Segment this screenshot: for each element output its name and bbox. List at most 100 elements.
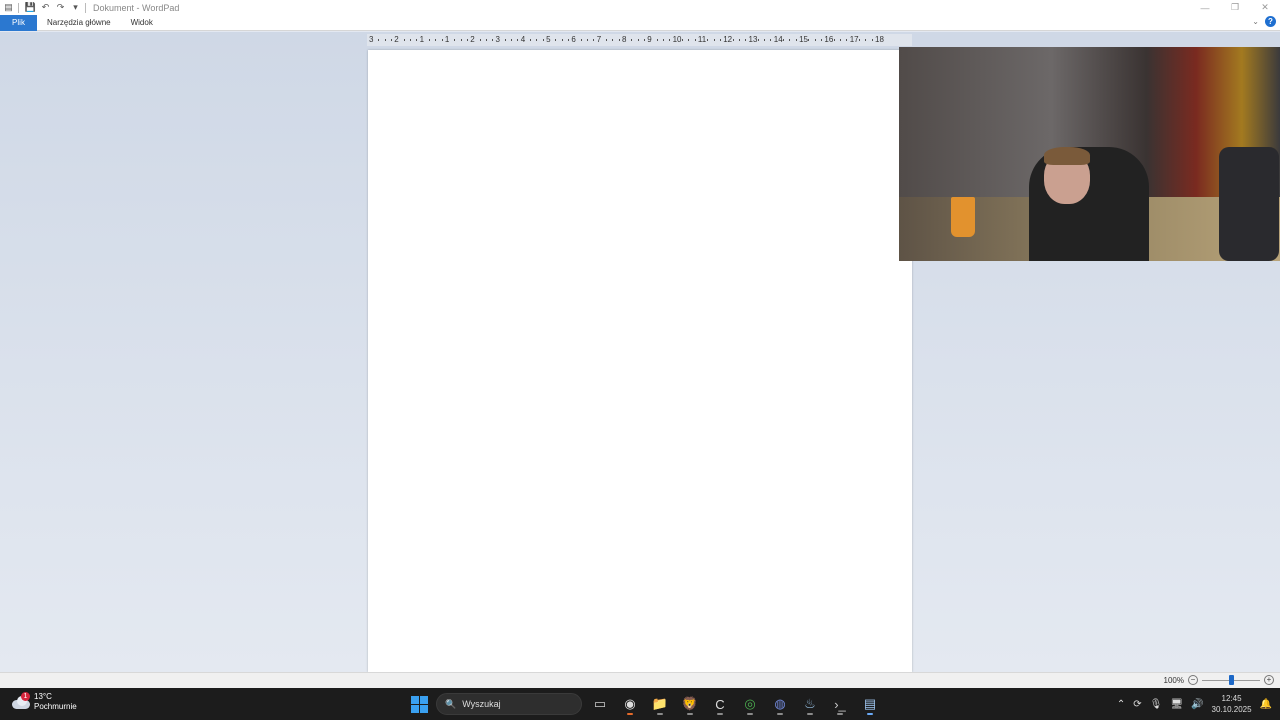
ruler-tick — [656, 39, 658, 41]
document-page[interactable] — [368, 50, 912, 672]
ruler-tick — [637, 39, 639, 41]
ruler-tick — [795, 39, 797, 41]
ruler-tick — [745, 39, 747, 41]
ruler-tick — [814, 39, 816, 41]
brave-browser-icon[interactable]: 🦁 — [678, 692, 702, 716]
ruler-tick — [783, 39, 785, 41]
ruler-tick — [713, 39, 715, 41]
sync-icon[interactable]: ⟳ — [1133, 699, 1141, 710]
ruler-tick — [593, 39, 595, 41]
ruler-label: 2 — [470, 35, 475, 44]
ruler-tick — [530, 39, 532, 41]
zoom-slider[interactable] — [1202, 674, 1260, 686]
ruler-tick — [416, 39, 418, 41]
redo-icon[interactable]: ↷ — [54, 1, 67, 14]
separator — [18, 2, 19, 13]
taskbar-search[interactable]: 🔍 Wyszukaj — [436, 693, 582, 715]
ruler-tick — [871, 39, 873, 41]
zoom-out-icon[interactable]: − — [1188, 675, 1198, 685]
weather-temperature: 13°C — [34, 692, 52, 701]
wordpad-app-icon[interactable]: ▤ — [2, 1, 15, 14]
ruler-tick — [555, 39, 557, 41]
ruler-label: 15 — [799, 35, 808, 44]
horizontal-ruler[interactable]: 3 2 1 1 2 3 4 5 6 7 8 9 10 11 12 13 14 15 16 17 18 — [367, 34, 912, 46]
undo-icon[interactable]: ↶ — [39, 1, 52, 14]
title-bar: ▤ 💾 ↶ ↷ ▾ Dokument - WordPad — ❐ ✕ — [0, 0, 1280, 15]
ruler-tick — [681, 39, 683, 41]
clock-time: 12:45 — [1221, 694, 1242, 703]
ccleaner-icon[interactable]: C — [708, 692, 732, 716]
ruler-tick — [808, 39, 810, 41]
microphone-icon[interactable]: 🎙 — [1150, 699, 1163, 710]
restore-icon[interactable]: ❐ — [1220, 0, 1250, 15]
taskbar: 1 13°C Pochmurnie 🔍 Wyszukaj ▭ ◉ 📁 🦁 C ◎… — [0, 688, 1280, 720]
ruler-tick — [492, 39, 494, 41]
ruler-tick — [688, 39, 690, 41]
ruler-label: 7 — [596, 35, 602, 44]
tab-home[interactable]: Narzędzia główne — [37, 15, 121, 31]
ruler-tick — [454, 39, 456, 41]
ruler-tick — [466, 39, 468, 41]
cloud-icon: 1 — [12, 692, 30, 709]
ruler-label: 14 — [773, 35, 783, 44]
wordpad-taskbar-icon[interactable]: ▤ — [858, 692, 882, 716]
ruler-tick — [606, 39, 608, 41]
ruler-label: 1 — [444, 35, 450, 44]
save-icon[interactable]: 💾 — [24, 1, 37, 14]
ruler-label: 4 — [520, 35, 526, 44]
separator — [85, 2, 86, 13]
file-explorer-icon[interactable]: 📁 — [648, 692, 672, 716]
ruler-tick — [536, 39, 538, 41]
ruler-tick — [435, 39, 437, 41]
tab-file[interactable]: Plik — [0, 14, 37, 31]
ruler-tick — [378, 39, 380, 41]
webcam-person-hair — [1044, 147, 1090, 165]
zoom-slider-thumb[interactable] — [1228, 675, 1234, 685]
obs-icon[interactable]: ◉ — [618, 692, 642, 716]
tab-view[interactable]: Widok — [121, 15, 163, 31]
taskbar-center: 🔍 Wyszukaj ▭ ◉ 📁 🦁 C ◎ ◍ ♨ ›_ ▤ — [408, 692, 882, 716]
ruler-tick — [460, 39, 462, 41]
ruler-tick — [865, 39, 867, 41]
zoom-in-icon[interactable]: + — [1264, 675, 1274, 685]
steam-icon[interactable]: ♨ — [798, 692, 822, 716]
ruler-tick — [485, 39, 487, 41]
ruler-tick — [738, 39, 740, 41]
search-icon: 🔍 — [445, 698, 457, 709]
webcam-cup — [951, 197, 975, 237]
customize-toolbar-icon[interactable]: ▾ — [69, 1, 82, 14]
system-tray: ⌃ ⟳ 🎙 🖥 🔊 12:45 30.10.2025 🔔 — [1117, 692, 1272, 716]
terminal-icon[interactable]: ›_ — [828, 692, 852, 716]
close-icon[interactable]: ✕ — [1250, 0, 1280, 15]
start-button[interactable] — [408, 693, 430, 715]
discord-icon[interactable]: ◍ — [768, 692, 792, 716]
ruler-tick — [542, 39, 544, 41]
ruler-tick — [561, 39, 563, 41]
volume-icon[interactable]: 🔊 — [1191, 699, 1203, 710]
expand-ribbon-icon[interactable]: ⌄ — [1252, 17, 1259, 26]
ruler-label: 11 — [697, 35, 707, 44]
ruler-tick — [441, 39, 443, 41]
ruler-tick — [568, 39, 570, 41]
clock[interactable]: 12:45 30.10.2025 — [1212, 693, 1252, 715]
ruler-tick — [643, 39, 645, 41]
ruler-tick — [821, 39, 823, 41]
ruler-tick — [757, 39, 759, 41]
ruler-label: 17 — [849, 35, 859, 44]
ruler-tick — [409, 39, 411, 41]
notifications-icon[interactable]: 🔔 — [1260, 699, 1272, 710]
task-view-icon[interactable]: ▭ — [588, 692, 612, 716]
minimize-icon[interactable]: — — [1190, 0, 1220, 15]
chrome-icon[interactable]: ◎ — [738, 692, 762, 716]
ruler-tick — [580, 39, 582, 41]
weather-widget[interactable]: 1 13°C Pochmurnie — [12, 692, 77, 712]
ruler-tick — [390, 39, 392, 41]
tray-overflow-icon[interactable]: ⌃ — [1117, 699, 1125, 710]
network-icon[interactable]: 🖥 — [1170, 699, 1183, 710]
help-icon[interactable]: ? — [1265, 16, 1276, 27]
ruler-tick — [511, 39, 513, 41]
ruler-label: 10 — [672, 35, 682, 44]
ruler-tick — [707, 39, 709, 41]
weather-alert-badge: 1 — [21, 692, 30, 701]
clock-date: 30.10.2025 — [1211, 705, 1252, 714]
